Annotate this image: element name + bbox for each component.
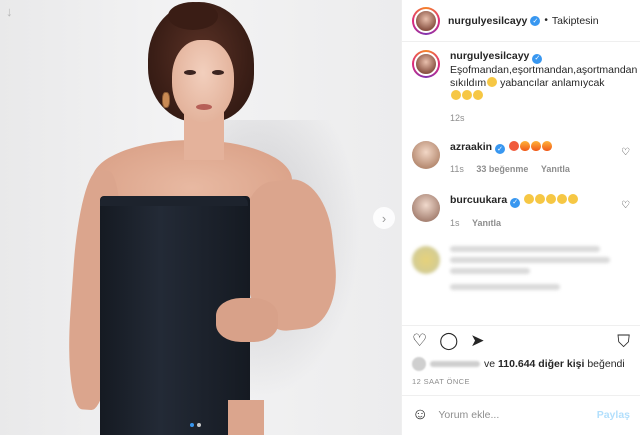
photo-earring bbox=[162, 92, 170, 108]
comment-item: burcuukara ✓ 1s Yanıtla ♡ bbox=[412, 194, 630, 230]
carousel-next-button[interactable]: › bbox=[373, 207, 395, 229]
post-actions: ♡ ◯ ➤ ⛉ bbox=[402, 325, 640, 355]
laughing-emoji-icon bbox=[487, 76, 498, 87]
weary-emoji-icon bbox=[451, 89, 461, 100]
bookmark-icon[interactable]: ⛉ bbox=[617, 332, 630, 352]
reply-button[interactable]: Yanıtla bbox=[541, 164, 570, 174]
comment-bubble-icon[interactable]: ◯ bbox=[439, 332, 458, 349]
posted-time: 12 SAAT ÖNCE bbox=[412, 377, 470, 386]
photo-eye bbox=[212, 70, 224, 75]
photo-hand bbox=[216, 298, 278, 342]
weary-emoji-icon bbox=[462, 89, 472, 100]
comment-item: azraakin ✓ 11s 33 beğenme Yanıtla ♡ bbox=[412, 140, 630, 177]
comment-input[interactable] bbox=[438, 408, 589, 421]
verified-icon: ✓ bbox=[530, 15, 541, 26]
liker-name-blurred bbox=[430, 361, 480, 367]
fire-emoji-icon bbox=[541, 140, 552, 151]
caption-text-after: yabancılar anlamıycak bbox=[500, 76, 605, 89]
post-header: nurgulyesilcayy ✓ • Takiptesin bbox=[402, 0, 640, 42]
post-side-panel: nurgulyesilcayy ✓ • Takiptesin nurgulyes… bbox=[401, 0, 640, 435]
commenter-avatar[interactable] bbox=[412, 194, 440, 222]
post-photo[interactable]: ↓ › bbox=[0, 0, 401, 435]
laughing-emoji-icon bbox=[546, 194, 557, 204]
comments-list[interactable]: nurgulyesilcayy ✓ Eşofmandan,eşortmandan,… bbox=[402, 42, 640, 325]
chevron-right-icon: › bbox=[381, 210, 387, 226]
heart-eyes-emoji-icon bbox=[508, 140, 519, 151]
post-caption: nurgulyesilcayy ✓ Eşofmandan,eşortmandan,… bbox=[412, 50, 637, 103]
comment-username[interactable]: burcuukara bbox=[450, 194, 507, 206]
post-comment-button[interactable]: Paylaş bbox=[597, 409, 630, 421]
photo-eye bbox=[184, 70, 196, 75]
carousel-dot bbox=[197, 423, 201, 427]
caption-username[interactable]: nurgulyesilcayy bbox=[450, 50, 529, 62]
fire-emoji-icon bbox=[519, 140, 530, 151]
verified-icon: ✓ bbox=[532, 53, 543, 64]
header-separator: • bbox=[544, 15, 548, 26]
photo-lips bbox=[196, 104, 212, 110]
fire-emoji-icon bbox=[530, 140, 541, 151]
carousel-dots bbox=[190, 423, 201, 427]
author-avatar[interactable] bbox=[412, 6, 440, 35]
commenter-avatar[interactable] bbox=[412, 140, 440, 169]
caption-time: 12s bbox=[450, 112, 465, 123]
laughing-emoji-icon bbox=[568, 194, 579, 204]
emoji-smile-icon[interactable]: ☺ bbox=[412, 406, 428, 424]
comment-likes[interactable]: 33 beğenme bbox=[476, 164, 528, 174]
photo-leg bbox=[228, 400, 264, 435]
likes-count[interactable]: 110.644 diğer kişi bbox=[498, 358, 584, 370]
comment-username[interactable]: azraakin bbox=[450, 141, 492, 153]
carousel-dot-active bbox=[190, 423, 194, 427]
comment-time: 11s bbox=[450, 164, 464, 174]
photo-dress-top bbox=[100, 196, 248, 206]
arrow-down-icon: ↓ bbox=[6, 4, 13, 19]
liker-avatar bbox=[412, 357, 426, 371]
comment-like-heart-icon[interactable]: ♡ bbox=[621, 200, 630, 211]
following-button[interactable]: Takiptesin bbox=[552, 15, 599, 27]
verified-icon: ✓ bbox=[495, 144, 506, 154]
caption-avatar[interactable] bbox=[412, 50, 440, 78]
blurred-comment bbox=[412, 245, 630, 295]
likes-suffix: beğendi bbox=[587, 358, 625, 370]
photo-hair-bun bbox=[168, 2, 218, 30]
share-paper-plane-icon[interactable]: ➤ bbox=[470, 332, 484, 349]
weary-emoji-icon bbox=[473, 89, 483, 100]
laughing-emoji-icon bbox=[535, 194, 546, 204]
laughing-emoji-icon bbox=[524, 194, 535, 204]
comment-like-heart-icon[interactable]: ♡ bbox=[621, 147, 630, 158]
reply-button[interactable]: Yanıtla bbox=[472, 218, 501, 228]
verified-icon: ✓ bbox=[510, 197, 521, 208]
comment-time: 1s bbox=[450, 217, 460, 228]
like-heart-icon[interactable]: ♡ bbox=[412, 332, 427, 349]
author-username[interactable]: nurgulyesilcayy bbox=[448, 15, 527, 27]
likes-connector: ve bbox=[484, 358, 496, 370]
comment-composer: ☺ Paylaş bbox=[402, 395, 640, 433]
laughing-emoji-icon bbox=[557, 194, 568, 204]
likes-summary: ve 110.644 diğer kişi beğendi bbox=[402, 355, 640, 373]
